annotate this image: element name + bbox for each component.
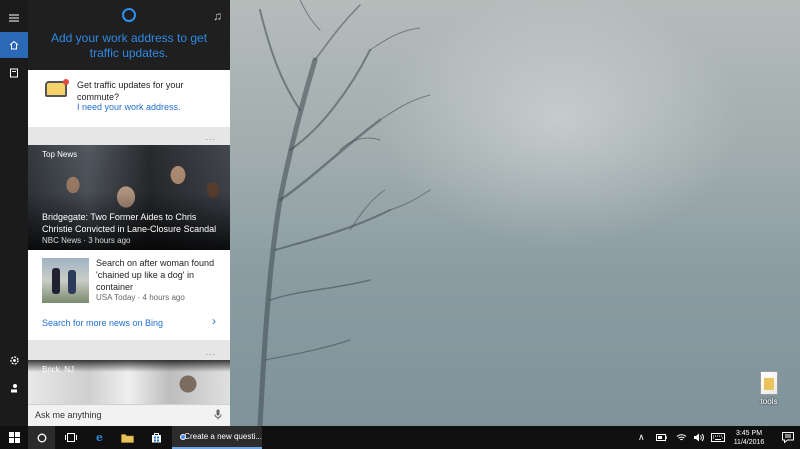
chrome-taskbar-window[interactable]: Create a new questi... (172, 426, 262, 449)
clock-date: 11/4/2016 (733, 439, 765, 446)
music-note-icon[interactable]: ♫ (213, 9, 222, 23)
article-title[interactable]: Search on after woman found 'chained up … (96, 257, 224, 293)
microphone-icon[interactable] (214, 409, 222, 423)
article-source: USA Today · 4 hours ago (96, 293, 185, 302)
clock-time: 3:45 PM (735, 430, 763, 437)
notebook-icon[interactable] (0, 60, 28, 86)
hamburger-menu-icon[interactable] (0, 5, 28, 31)
search-more-news-link[interactable]: Search for more news on Bing (42, 318, 163, 328)
traffic-prompt: Get traffic updates for your commute? (77, 80, 184, 102)
work-address-link[interactable]: I need your work address. (77, 102, 181, 112)
tree-silhouette (257, 0, 431, 426)
cortana-taskbar-button[interactable] (28, 426, 55, 449)
news-card[interactable]: Top News Bridgegate: Two Former Aides to… (28, 145, 230, 340)
cortana-header: ♫ Add your work address to get traffic u… (28, 0, 230, 70)
traffic-card[interactable]: Get traffic updates for your commute? I … (28, 70, 230, 127)
news-card-menu[interactable]: ... (205, 132, 216, 142)
home-icon[interactable] (0, 32, 28, 58)
cortana-circle-icon (37, 433, 46, 442)
task-view-icon (64, 433, 77, 442)
desktop-shortcut-tools[interactable]: tools (752, 371, 786, 406)
start-button[interactable] (0, 426, 28, 449)
cortana-ring-icon (122, 8, 136, 22)
local-news-card[interactable]: Brick, NJ (28, 360, 230, 404)
system-clock[interactable]: 3:45 PM 11/4/2016 (731, 429, 767, 447)
cortana-panel: ♫ Add your work address to get traffic u… (0, 0, 230, 426)
cortana-nav-rail (0, 0, 28, 426)
settings-icon[interactable] (0, 347, 28, 373)
battery-icon[interactable] (656, 426, 667, 449)
folder-file-icon (760, 371, 778, 395)
desktop-icon-label: tools (760, 397, 778, 406)
taskbar: e Create a new questi... ∧ 3:45 PM 11/4/… (0, 426, 800, 449)
edge-icon[interactable]: e (86, 426, 113, 449)
volume-icon[interactable] (693, 426, 704, 449)
keyboard-icon[interactable] (711, 426, 725, 449)
hero-headline[interactable]: Bridgegate: Two Former Aides to Chris Ch… (42, 211, 224, 235)
header-title: Add your work address to get traffic upd… (50, 31, 208, 60)
ask-placeholder: Ask me anything (35, 410, 102, 420)
chrome-window-title: Create a new questi... (184, 432, 262, 441)
hero-source: NBC News · 3 hours ago (42, 236, 131, 245)
ask-me-anything-input[interactable]: Ask me anything (28, 404, 230, 426)
chevron-right-icon[interactable]: › (212, 314, 216, 328)
windows-logo-icon (8, 432, 20, 443)
chevron-up-icon[interactable]: ∧ (638, 426, 645, 449)
feedback-icon[interactable] (0, 375, 28, 401)
task-view-button[interactable] (57, 426, 84, 449)
car-icon (45, 79, 69, 97)
wifi-icon[interactable] (676, 426, 687, 449)
hero-tag: Top News (42, 150, 78, 159)
article-thumbnail[interactable] (42, 258, 89, 303)
file-explorer-icon[interactable] (114, 426, 141, 449)
news-card2-menu[interactable]: ... (205, 347, 216, 357)
store-icon[interactable] (143, 426, 170, 449)
cortana-feed[interactable]: Get traffic updates for your commute? I … (28, 70, 230, 404)
local-news-tag: Brick, NJ (42, 365, 74, 374)
action-center-icon[interactable] (775, 426, 800, 449)
